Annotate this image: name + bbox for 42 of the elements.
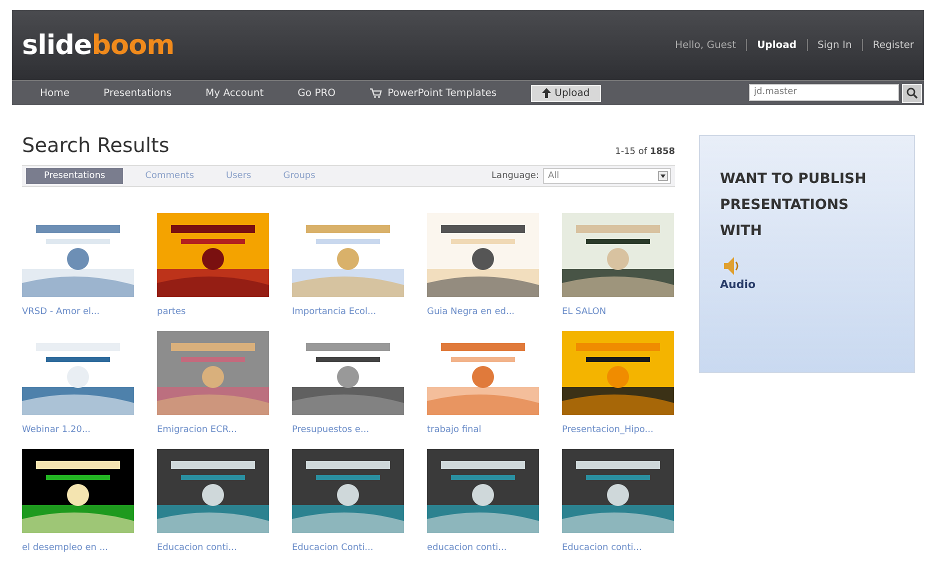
- upload-button[interactable]: Upload: [530, 84, 601, 102]
- presentation-title[interactable]: Emigracion ECR...: [157, 425, 269, 435]
- presentation-title[interactable]: Educacion conti...: [562, 543, 674, 553]
- filter-tab[interactable]: Groups: [273, 168, 326, 184]
- feature-label: Audio: [720, 278, 757, 291]
- greeting: Hello, Guest: [674, 40, 736, 50]
- presentation-title[interactable]: el desempleo en ...: [22, 543, 134, 553]
- presentation-title[interactable]: trabajo final: [427, 425, 539, 435]
- nav-link[interactable]: PowerPoint Templates: [370, 88, 497, 98]
- presentation-title[interactable]: educacion conti...: [427, 543, 539, 553]
- header-link[interactable]: Sign In: [818, 40, 852, 50]
- presentation-title[interactable]: VRSD - Amor el...: [22, 307, 134, 317]
- nav-link[interactable]: Presentations: [104, 88, 172, 98]
- presentation-title[interactable]: Educacion conti...: [157, 543, 269, 553]
- dropdown-icon: [658, 171, 668, 181]
- promo-heading: WANT TO PUBLISH PRESENTATIONS WITH: [720, 170, 868, 241]
- presentation-title[interactable]: EL SALON: [562, 307, 674, 317]
- upload-icon: [542, 88, 551, 98]
- presentation-title[interactable]: Presentacion_Hipo...: [562, 425, 674, 435]
- cart-icon: [370, 88, 382, 98]
- result-count: 1-15 of 1858: [615, 147, 675, 157]
- nav-link[interactable]: Home: [40, 88, 70, 98]
- header-link[interactable]: Register: [872, 40, 914, 50]
- logo[interactable]: slideboom: [22, 30, 174, 60]
- presentation-title[interactable]: partes: [157, 307, 269, 317]
- search-icon: [906, 87, 918, 99]
- header-link[interactable]: Upload: [757, 40, 797, 50]
- presentation-title[interactable]: Guia Negra en ed...: [427, 307, 539, 317]
- nav-link[interactable]: Go PRO: [298, 88, 336, 98]
- filter-tab[interactable]: Users: [216, 168, 262, 184]
- language-label: Language:: [492, 171, 539, 181]
- presentation-title[interactable]: Webinar 1.20...: [22, 425, 134, 435]
- presentation-title[interactable]: Presupuestos e...: [292, 425, 404, 435]
- filter-tab[interactable]: Comments: [135, 168, 204, 184]
- search-button[interactable]: [902, 84, 922, 102]
- search-field[interactable]: jd.master: [749, 84, 899, 100]
- presentation-title[interactable]: Educacion Conti...: [292, 543, 404, 553]
- presentation-title[interactable]: Importancia Ecol...: [292, 307, 404, 317]
- language-select[interactable]: All: [543, 168, 671, 184]
- filter-tab[interactable]: Presentations: [26, 168, 124, 184]
- page-title: Search Results: [22, 133, 170, 157]
- nav-link[interactable]: My Account: [206, 88, 264, 98]
